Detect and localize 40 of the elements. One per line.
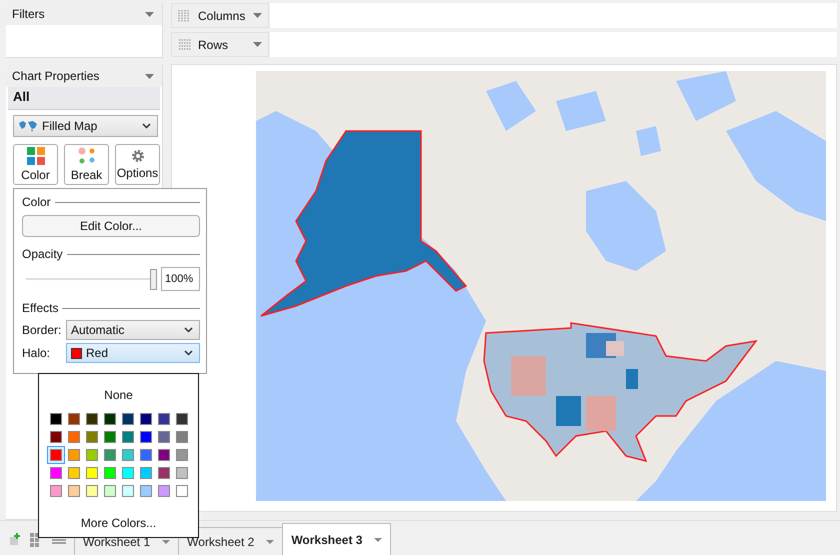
world-map-icon	[18, 120, 38, 132]
opacity-field[interactable]: 100%	[161, 267, 200, 291]
group-heading: Opacity	[22, 247, 63, 261]
opacity-slider[interactable]	[26, 268, 157, 290]
group-heading: Effects	[22, 301, 58, 315]
section-label: All	[8, 87, 160, 110]
slider-thumb[interactable]	[150, 269, 157, 290]
rows-icon	[178, 38, 192, 52]
dropdown-arrow-icon	[374, 538, 382, 542]
dropdown-arrow-icon	[162, 540, 170, 544]
gear-icon	[130, 149, 144, 163]
shelf-header[interactable]: Rows	[171, 32, 269, 57]
chevron-down-icon	[184, 327, 193, 333]
toolbar-button[interactable]: Color	[13, 144, 58, 185]
dropdown-arrow-icon	[253, 42, 262, 47]
dropdown-arrow-icon	[266, 540, 274, 544]
field-label: Border:	[22, 323, 62, 337]
color-squares-icon	[26, 147, 44, 165]
border-dropdown[interactable]: Automatic	[66, 320, 200, 340]
edit-color-button[interactable]: Edit Color...	[22, 215, 200, 237]
chart-type-dropdown[interactable]: Filled Map	[13, 115, 158, 137]
toolbar-button[interactable]: Break	[64, 144, 109, 185]
dropdown-arrow-icon[interactable]	[145, 12, 154, 16]
group-heading: Color	[22, 195, 51, 209]
chevron-down-icon	[184, 350, 193, 356]
halo-dropdown[interactable]: Red	[66, 343, 200, 363]
panel-title: Filters	[12, 7, 45, 21]
dropdown-arrow-icon	[253, 13, 262, 18]
shelf-header[interactable]: Columns	[171, 3, 269, 28]
color-swatch[interactable]	[46, 446, 64, 464]
panel-title: Chart Properties	[12, 69, 100, 83]
add-sheet-icon[interactable]	[8, 533, 22, 547]
sheet-tab[interactable]: Worksheet 3	[282, 523, 392, 555]
field-label: Halo:	[22, 346, 52, 360]
dots-icon	[78, 147, 96, 165]
columns-icon	[178, 8, 192, 22]
none-option[interactable]: None	[100, 386, 137, 404]
toolbar-button[interactable]: Options	[115, 144, 160, 185]
dropdown-arrow-icon[interactable]	[145, 74, 154, 78]
chevron-down-icon	[142, 123, 151, 129]
